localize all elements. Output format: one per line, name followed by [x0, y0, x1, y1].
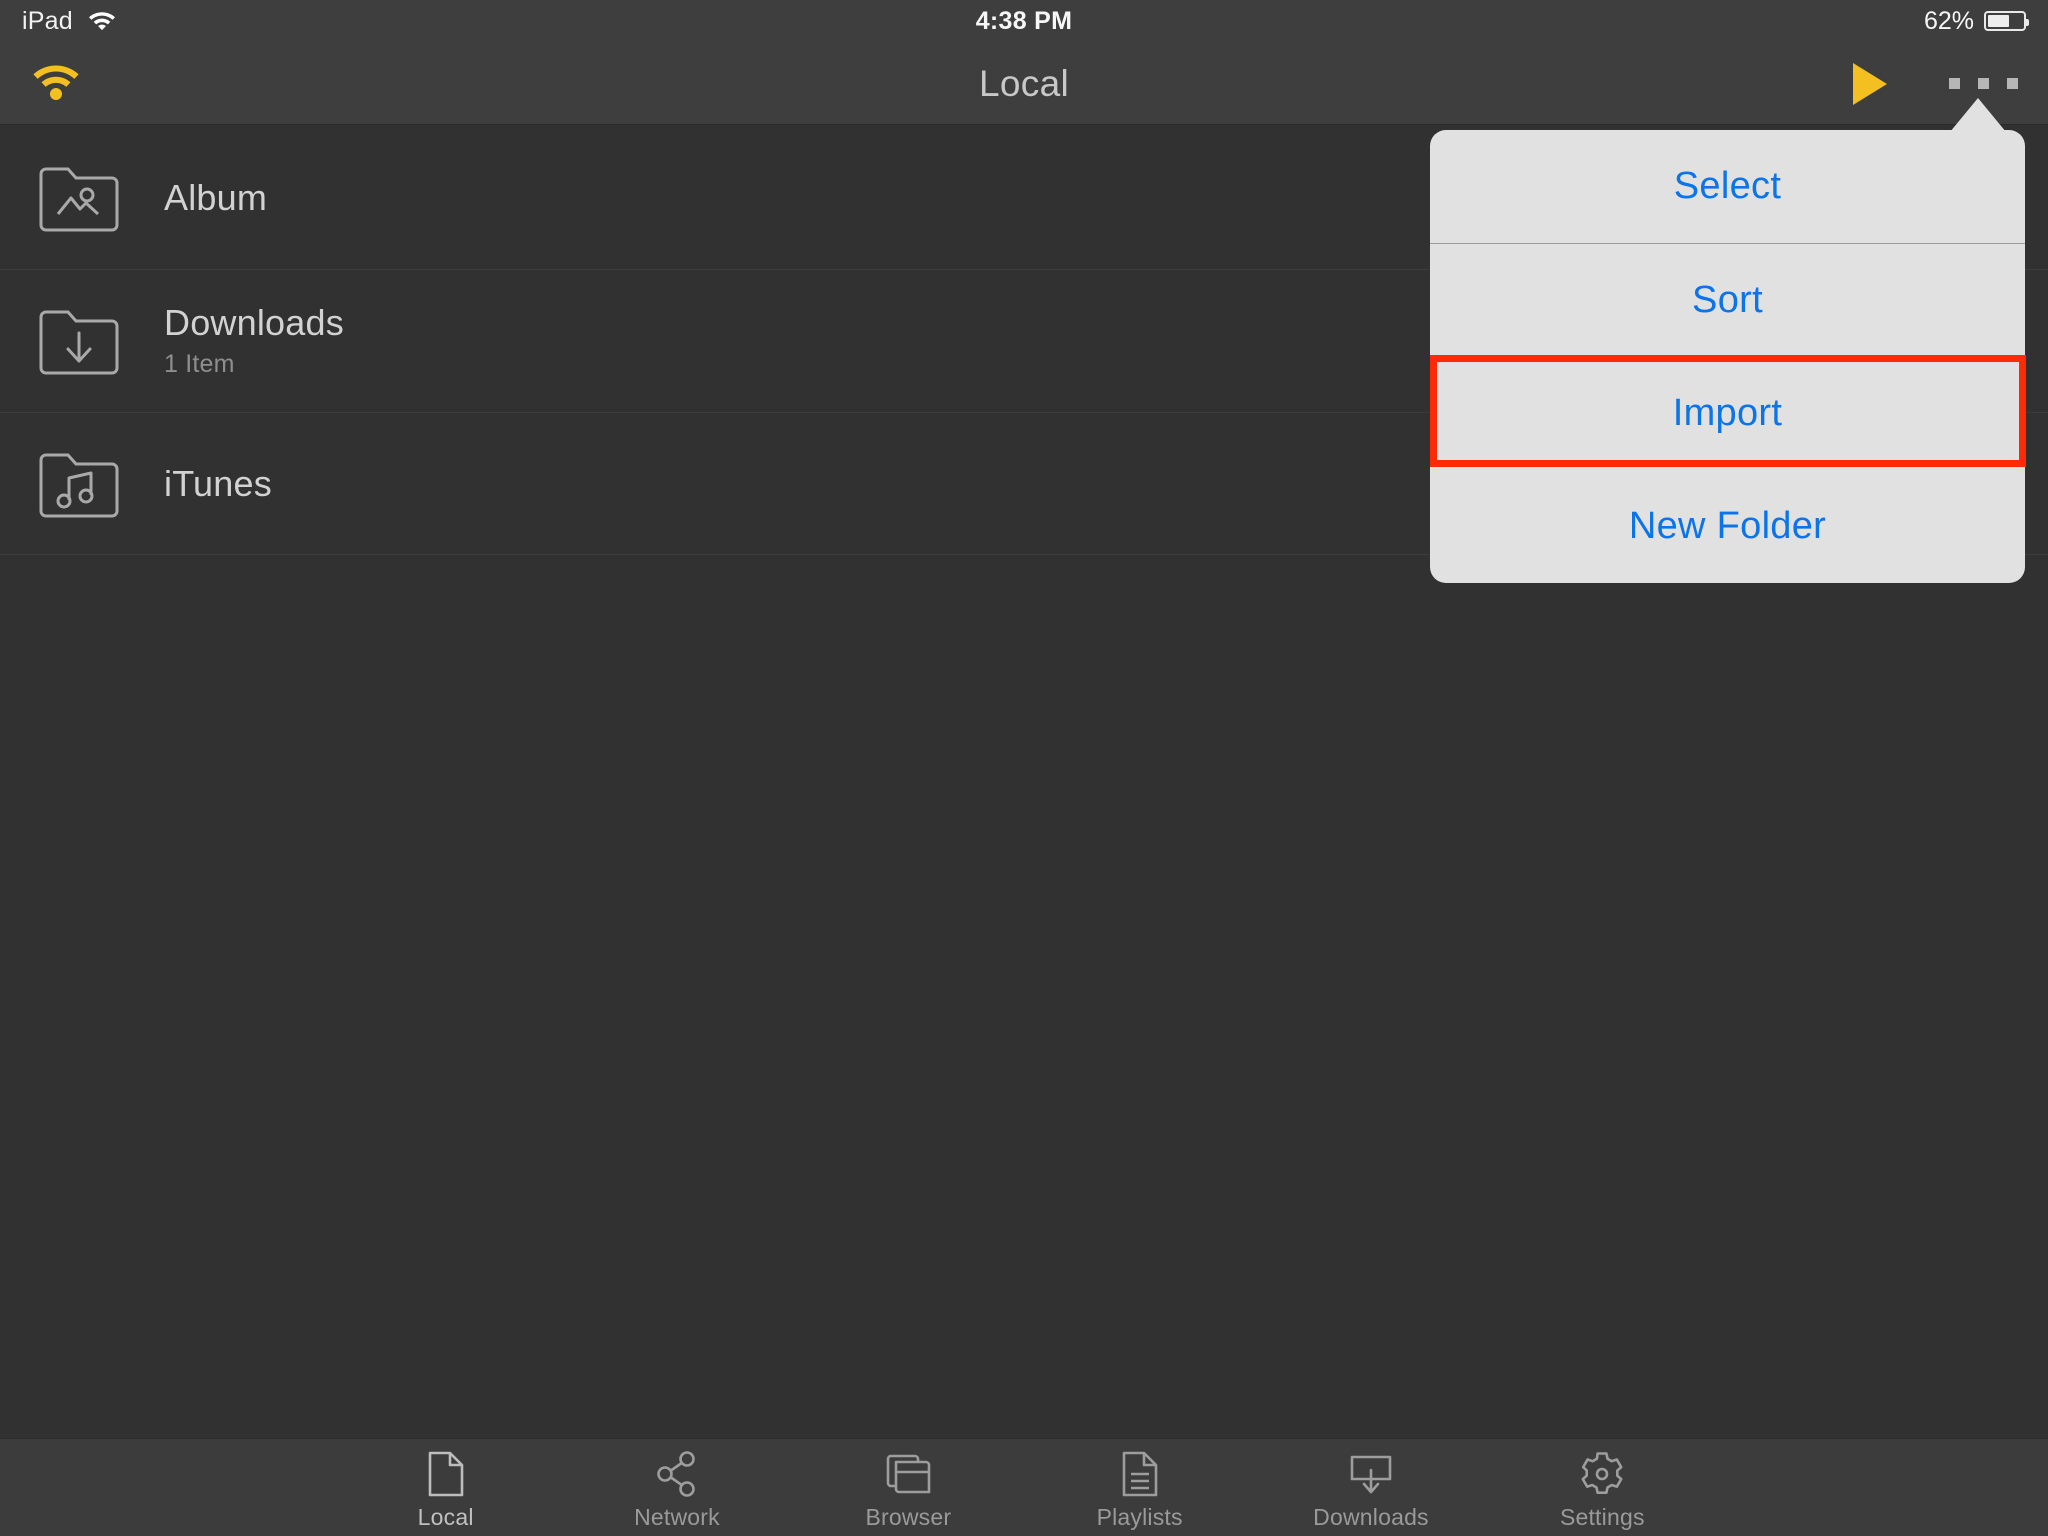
menu-item-new-folder[interactable]: New Folder [1430, 470, 2025, 583]
list-item-text: Downloads 1 Item [164, 302, 344, 378]
clock: 4:38 PM [975, 6, 1073, 35]
list-item-text: iTunes [164, 463, 272, 504]
tab-network[interactable]: Network [561, 1439, 792, 1536]
list-item-title: Album [164, 176, 268, 218]
status-bar-left: iPad [22, 7, 117, 36]
navigation-bar: Local [0, 42, 2048, 125]
download-tray-icon [1347, 1450, 1395, 1498]
popover-arrow [1950, 98, 2006, 132]
tab-label: Browser [865, 1504, 952, 1530]
battery-percent: 62% [1923, 6, 1974, 35]
document-icon [426, 1450, 466, 1498]
battery-fill [1988, 15, 2010, 27]
menu-item-sort[interactable]: Sort [1430, 244, 2025, 357]
list-item-title: iTunes [164, 462, 272, 504]
tab-label: Playlists [1096, 1504, 1183, 1530]
list-item-title: Downloads [164, 302, 344, 344]
tab-label: Network [634, 1504, 720, 1530]
tab-label: Local [417, 1504, 474, 1530]
tab-playlists[interactable]: Playlists [1024, 1439, 1255, 1536]
ellipsis-dot [1949, 78, 1960, 89]
share-nodes-icon [654, 1450, 700, 1498]
tab-browser[interactable]: Browser [793, 1439, 1024, 1536]
play-icon[interactable] [1853, 62, 1887, 105]
tab-label: Settings [1559, 1504, 1645, 1530]
page-title: Local [979, 62, 1069, 104]
tab-local[interactable]: Local [330, 1439, 561, 1536]
status-bar: iPad 4:38 PM 62% [0, 0, 2048, 42]
ellipsis-dot [2007, 78, 2018, 89]
list-item-subtitle: 1 Item [164, 349, 235, 378]
tab-downloads[interactable]: Downloads [1255, 1439, 1486, 1536]
windows-stack-icon [884, 1450, 932, 1498]
folder-download-icon [38, 307, 120, 375]
list-item-text: Album [164, 177, 267, 218]
folder-photo-icon [38, 164, 120, 232]
ellipsis-dot [1978, 78, 1989, 89]
wifi-icon [87, 8, 117, 35]
tab-settings[interactable]: Settings [1487, 1439, 1718, 1536]
menu-item-import[interactable]: Import [1430, 357, 2025, 470]
tab-label: Downloads [1313, 1504, 1429, 1530]
more-options-popover: Select Sort Import New Folder [1430, 130, 2025, 583]
folder-music-icon [38, 450, 120, 518]
tab-bar: Local Network Browser Playlists Download… [0, 1438, 2048, 1536]
app-screen: iPad 4:38 PM 62% Local Album Downloads 1… [0, 0, 2048, 1536]
document-lines-icon [1120, 1450, 1160, 1498]
battery-icon [1984, 11, 2029, 31]
gear-icon [1578, 1450, 1626, 1498]
status-bar-center: 4:38 PM [0, 0, 2048, 42]
device-name: iPad [22, 6, 73, 35]
status-bar-right: 62% [1923, 0, 2029, 42]
menu-item-select[interactable]: Select [1430, 130, 2025, 243]
